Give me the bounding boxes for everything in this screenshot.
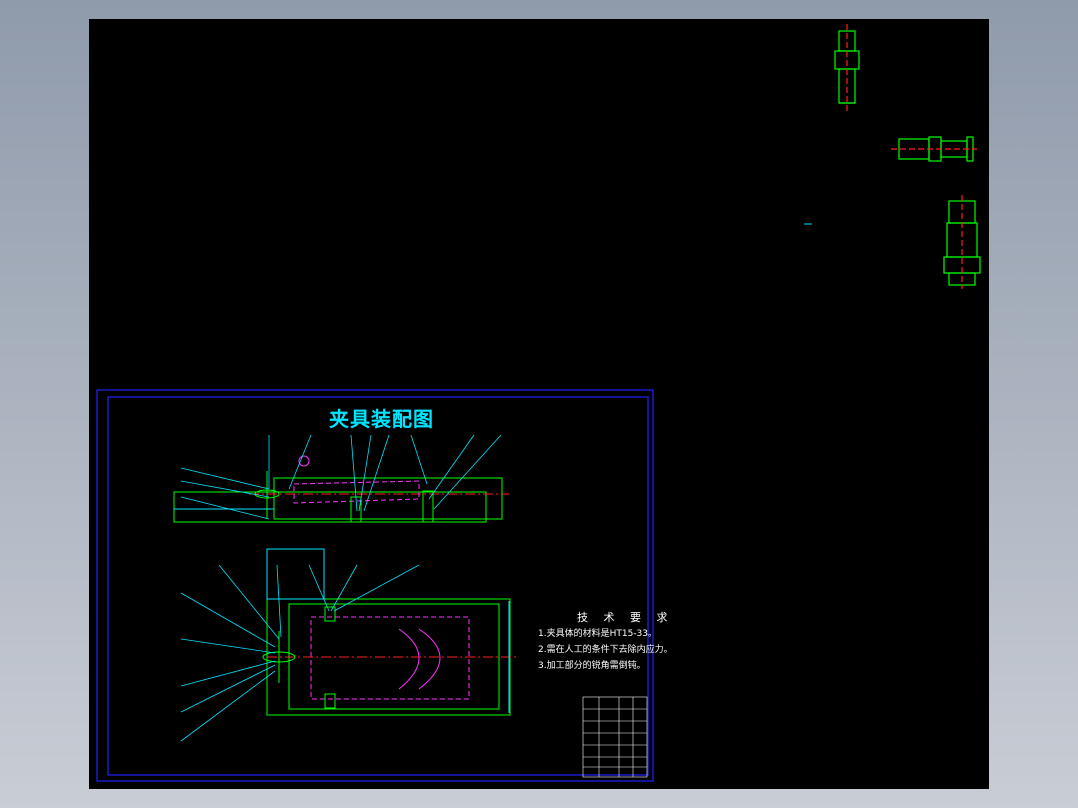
title-block (582, 696, 648, 778)
drawing-title: 夹具装配图 (329, 407, 434, 431)
front-view-leaders (180, 434, 502, 520)
bolt-detail-horizontal (891, 136, 977, 162)
drawing-frame (96, 389, 654, 782)
plan-view (262, 548, 519, 716)
stud-detail (943, 195, 981, 289)
technical-note-3: 3.加工部分的锐角需倒钝。 (538, 661, 646, 671)
technical-note-2: 2.需在人工的条件下去除内应力。 (538, 645, 673, 655)
cad-viewport[interactable]: 夹具装配图 技 术 要 求 1.夹具体的材料是HT15-33。 2.需在人工的条… (89, 19, 989, 789)
bolt-detail-vertical (834, 24, 860, 111)
drawing-canvas (96, 24, 981, 782)
technical-note-1: 1.夹具体的材料是HT15-33。 (538, 629, 658, 639)
technical-requirements-heading: 技 术 要 求 (577, 611, 674, 624)
